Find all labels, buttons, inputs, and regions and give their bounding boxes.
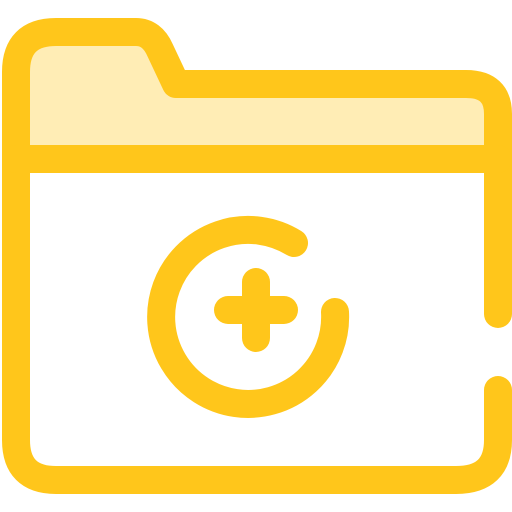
folder-add-icon[interactable]: [0, 0, 512, 512]
icon-canvas: [0, 0, 512, 512]
